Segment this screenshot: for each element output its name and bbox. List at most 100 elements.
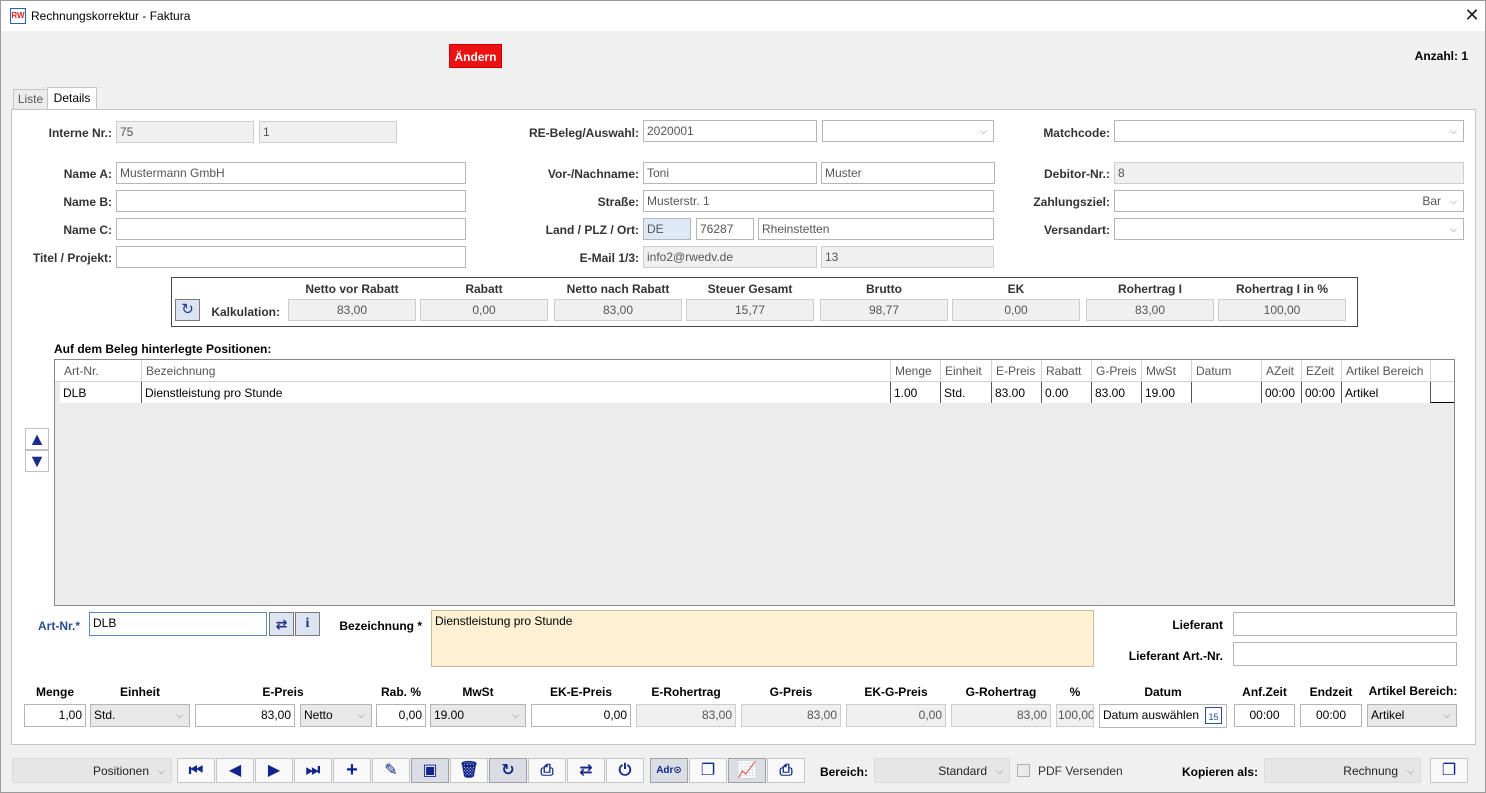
kalkulation-value: 0,00 (420, 299, 548, 321)
copy-as-icon[interactable]: ❐ (1430, 758, 1468, 783)
swap-icon[interactable]: ⇄ (269, 612, 294, 636)
column-header[interactable]: E-Preis (992, 360, 1042, 382)
column-header[interactable]: G-Preis (1092, 360, 1142, 382)
name-b-field[interactable] (116, 190, 466, 212)
land-field[interactable]: DE (643, 218, 691, 240)
anf-zeit-input[interactable]: 00:00 (1234, 704, 1295, 727)
g-preis-header: G-Preis (769, 685, 813, 699)
re-beleg-select[interactable]: ⌵ (822, 120, 994, 142)
table-cell: 83.00 (1092, 382, 1142, 403)
plz-field[interactable]: 76287 (696, 218, 754, 240)
vorname-field[interactable]: Toni (643, 162, 817, 184)
chevron-down-icon: ⌵ (1450, 196, 1457, 206)
chevron-down-icon: ⌵ (1407, 766, 1414, 776)
undo-icon[interactable]: ↻ (489, 758, 527, 783)
app-icon: RW (10, 8, 26, 24)
last-record-icon[interactable]: ⏭ (294, 758, 332, 783)
kalkulation-label: Kalkulation: (211, 305, 280, 319)
datum-picker[interactable]: Datum auswählen 15 (1099, 704, 1227, 728)
rabatt-input[interactable]: 0,00 (376, 704, 426, 727)
calendar-icon[interactable]: 15 (1205, 707, 1222, 724)
kalkulation-value: 83,00 (1086, 299, 1214, 321)
versandart-select[interactable]: ⌵ (1114, 218, 1464, 240)
kopieren-als-value: Rechnung (1343, 764, 1398, 778)
pdf-versenden-checkbox[interactable] (1017, 764, 1030, 777)
e-preis-input[interactable]: 83,00 (195, 704, 295, 727)
einheit-value: Std. (94, 708, 116, 722)
nachname-field[interactable]: Muster (821, 162, 995, 184)
art-nr-field[interactable]: DLB (89, 612, 267, 636)
bereich-select[interactable]: Standard ⌵ (874, 758, 1010, 783)
column-header[interactable]: Bezeichnung (142, 360, 891, 382)
name-c-field[interactable] (116, 218, 466, 240)
name-a-field[interactable]: Mustermann GmbH (116, 162, 466, 184)
refresh-icon[interactable]: ↻ (175, 299, 200, 321)
transfer-icon[interactable]: ⇄ (567, 758, 605, 783)
column-header[interactable]: Artikel Bereich (1342, 360, 1431, 382)
positions-title: Auf dem Beleg hinterlegte Positionen: (54, 342, 272, 356)
address-button[interactable]: Adr⊙ (650, 758, 688, 783)
column-header[interactable]: Einheit (941, 360, 992, 382)
close-icon[interactable]: ✕ (1461, 5, 1483, 27)
bezeichnung-field[interactable]: Dienstleistung pro Stunde (431, 610, 1094, 667)
ort-field[interactable]: Rheinstetten (758, 218, 994, 240)
lieferant-art-field[interactable] (1233, 642, 1457, 666)
kalkulation-header: EK (1007, 282, 1025, 296)
anf-zeit-header: Anf.Zeit (1242, 685, 1287, 699)
kalkulation-value: 98,77 (820, 299, 948, 321)
column-header[interactable]: EZeit (1302, 360, 1342, 382)
save-icon[interactable]: ▣ (411, 758, 449, 783)
einheit-select[interactable]: Std. ⌵ (90, 704, 190, 727)
kopieren-als-select[interactable]: Rechnung ⌵ (1264, 758, 1421, 783)
edit-button[interactable]: Ändern (449, 44, 502, 68)
add-icon[interactable]: + (333, 758, 371, 783)
re-beleg-field[interactable]: 2020001 (643, 120, 817, 142)
land-plz-ort-label: Land / PLZ / Ort: (545, 223, 639, 237)
column-header[interactable]: Datum (1192, 360, 1262, 382)
matchcode-select[interactable]: ⌵ (1114, 120, 1464, 142)
column-header[interactable]: Menge (891, 360, 941, 382)
netto-value: Netto (304, 708, 333, 722)
statistics-icon[interactable]: 📈 (728, 758, 766, 783)
menge-input[interactable]: 1,00 (24, 704, 86, 727)
power-icon[interactable]: ⏻ (606, 758, 644, 783)
endzeit-input[interactable]: 00:00 (1300, 704, 1362, 727)
next-record-icon[interactable]: ▶ (255, 758, 293, 783)
copy-icon[interactable]: ❐ (689, 758, 727, 783)
column-header[interactable]: AZeit (1262, 360, 1302, 382)
move-up-icon[interactable]: ▲ (25, 428, 49, 450)
tab-details[interactable]: Details (47, 87, 97, 110)
interne-nr-field-2: 1 (259, 121, 397, 143)
previous-record-icon[interactable]: ◀ (216, 758, 254, 783)
artikel-bereich-select[interactable]: Artikel ⌵ (1367, 704, 1457, 727)
print-icon[interactable]: ⎙ (528, 758, 566, 783)
email-field-2: 13 (821, 246, 994, 268)
lieferant-field[interactable] (1233, 612, 1457, 636)
positions-table[interactable]: Art-Nr. Bezeichnung Menge Einheit E-Preis Rab… (54, 359, 1455, 606)
titel-field[interactable] (116, 246, 466, 268)
name-c-label: Name C: (63, 223, 112, 237)
mwst-header: MwSt (462, 685, 494, 699)
info-icon[interactable]: i (295, 612, 320, 636)
netto-select[interactable]: Netto ⌵ (300, 704, 372, 727)
mwst-select[interactable]: 19.00 ⌵ (430, 704, 526, 727)
move-down-icon[interactable]: ▼ (25, 450, 49, 472)
column-header[interactable]: Art-Nr. (60, 360, 142, 382)
e-rohertrag-header: E-Rohertrag (651, 685, 721, 699)
title-bar: RW Rechnungskorrektur - Faktura ✕ (1, 1, 1485, 31)
g-rohertrag-header: G-Rohertrag (965, 685, 1037, 699)
titel-label: Titel / Projekt: (32, 251, 112, 265)
strasse-field[interactable]: Musterstr. 1 (643, 190, 994, 212)
zahlungsziel-select[interactable]: Bar ⌵ (1114, 190, 1464, 212)
positionen-select[interactable]: Positionen ⌵ (12, 758, 172, 783)
print-preview-icon[interactable]: ⎙ (767, 758, 805, 783)
column-header[interactable]: Rabatt (1042, 360, 1092, 382)
ek-e-preis-input[interactable]: 0,00 (531, 704, 631, 727)
delete-icon[interactable]: 🗑 (450, 758, 488, 783)
column-header[interactable]: MwSt (1142, 360, 1192, 382)
first-record-icon[interactable]: ⏮ (177, 758, 215, 783)
edit-icon[interactable]: ✎ (372, 758, 410, 783)
percent-field: 100,00 (1056, 704, 1094, 727)
kalkulation-header: Steuer Gesamt (707, 282, 793, 296)
tab-liste[interactable]: Liste (13, 89, 48, 110)
